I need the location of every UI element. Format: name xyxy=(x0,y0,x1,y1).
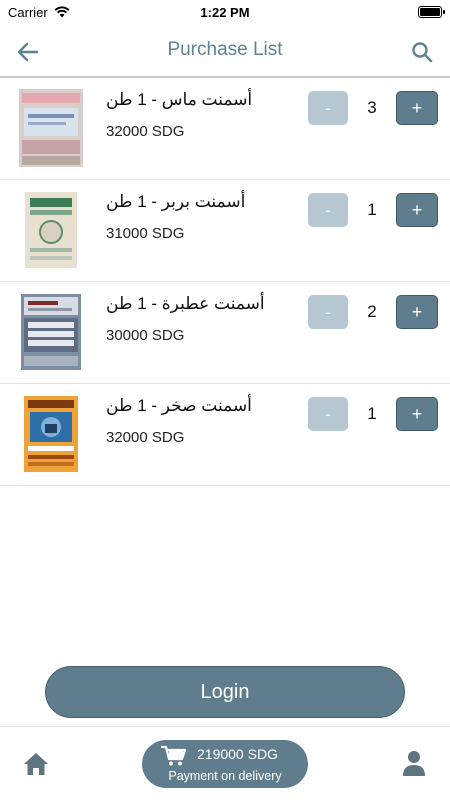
bottom-navigation: 219000 SDG Payment on delivery xyxy=(0,726,450,800)
status-bar: Carrier 1:22 PM xyxy=(0,0,450,24)
product-image-cement-bag xyxy=(18,88,84,168)
product-image-cement-bag xyxy=(18,190,84,270)
back-button[interactable] xyxy=(14,38,42,66)
product-name: أسمنت بربر - 1 طن xyxy=(106,192,246,211)
payment-method-label: Payment on delivery xyxy=(168,769,282,783)
login-button[interactable]: Login xyxy=(45,666,405,718)
carrier-label: Carrier xyxy=(8,4,48,20)
increase-quantity-button[interactable]: + xyxy=(396,193,438,227)
quantity-value: 3 xyxy=(367,98,377,117)
product-name: أسمنت ماس - 1 طن xyxy=(106,90,253,109)
list-item[interactable]: أسمنت بربر - 1 طن 31000 SDG - 1 + xyxy=(0,180,450,282)
increase-quantity-button[interactable]: + xyxy=(396,295,438,329)
cart-total: 219000 SDG xyxy=(197,746,278,762)
cart-icon xyxy=(161,745,187,766)
cart-summary-button[interactable]: 219000 SDG Payment on delivery xyxy=(142,740,308,788)
profile-button[interactable] xyxy=(400,749,428,777)
battery-icon xyxy=(418,6,445,18)
quantity-value: 1 xyxy=(367,404,377,423)
wifi-icon xyxy=(54,6,70,18)
decrease-quantity-button[interactable]: - xyxy=(308,91,348,125)
product-name: أسمنت عطبرة - 1 طن xyxy=(106,294,265,313)
search-button[interactable] xyxy=(408,38,436,66)
app-bar: Purchase List xyxy=(0,24,450,78)
product-price: 30000 SDG xyxy=(106,327,185,344)
user-icon xyxy=(403,751,425,776)
page-title: Purchase List xyxy=(167,39,283,60)
status-left: Carrier xyxy=(8,5,70,20)
product-image-cement-bag xyxy=(18,292,84,372)
home-button[interactable] xyxy=(22,751,50,777)
home-icon xyxy=(24,753,48,775)
product-price: 32000 SDG xyxy=(106,429,185,446)
arrow-left-icon xyxy=(17,42,39,62)
product-list: أسمنت ماس - 1 طن 32000 SDG - 3 + أسمنت ب… xyxy=(0,78,450,486)
increase-quantity-button[interactable]: + xyxy=(396,91,438,125)
quantity-value: 1 xyxy=(367,200,377,219)
decrease-quantity-button[interactable]: - xyxy=(308,295,348,329)
product-price: 32000 SDG xyxy=(106,123,185,140)
quantity-value: 2 xyxy=(367,302,377,321)
product-image-cement-bag xyxy=(18,394,84,474)
list-item[interactable]: أسمنت عطبرة - 1 طن 30000 SDG - 2 + xyxy=(0,282,450,384)
decrease-quantity-button[interactable]: - xyxy=(308,397,348,431)
battery-level xyxy=(420,8,440,16)
product-name: أسمنت صخر - 1 طن xyxy=(106,396,252,415)
list-item[interactable]: أسمنت ماس - 1 طن 32000 SDG - 3 + xyxy=(0,78,450,180)
list-item[interactable]: أسمنت صخر - 1 طن 32000 SDG - 1 + xyxy=(0,384,450,486)
product-price: 31000 SDG xyxy=(106,225,185,242)
search-icon xyxy=(412,42,433,63)
decrease-quantity-button[interactable]: - xyxy=(308,193,348,227)
increase-quantity-button[interactable]: + xyxy=(396,397,438,431)
